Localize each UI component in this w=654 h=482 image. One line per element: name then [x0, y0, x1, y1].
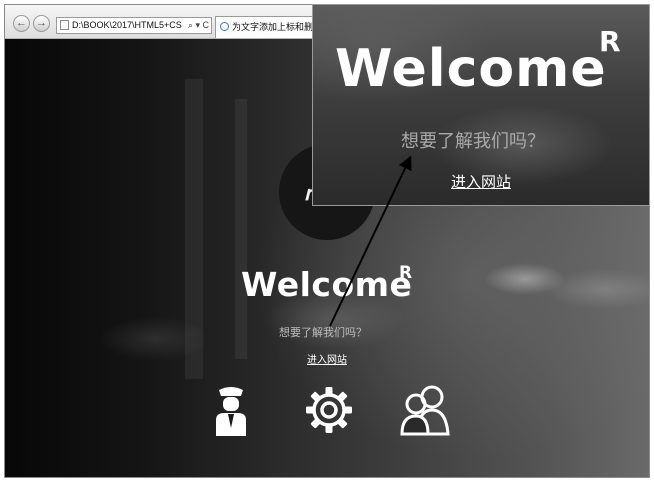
address-text: D:\BOOK\2017\HTML5+CS — [72, 20, 182, 30]
callout-welcome-superscript: R — [599, 25, 621, 58]
callout-enter-link: 进入网站 — [451, 174, 512, 191]
page-icon — [60, 20, 69, 30]
callout-welcome-title: Welcome — [335, 39, 607, 99]
tab-active[interactable]: 为文字添加上标和删除线 — [215, 16, 325, 38]
welcome-question: 想要了解我们吗？ — [279, 327, 367, 339]
enter-site-link[interactable]: 进入网站 — [307, 351, 347, 366]
background-blur — [235, 99, 247, 359]
welcome-title: Welcome — [241, 265, 413, 304]
address-bar[interactable]: D:\BOOK\2017\HTML5+CS ⌕ ▾ C — [56, 17, 212, 34]
zoom-callout: Welcome R 想要了解我们吗？ 进入网站 — [312, 4, 650, 206]
welcome-superscript: R — [399, 263, 413, 283]
driver-icon[interactable] — [214, 384, 248, 436]
back-button[interactable]: ← — [13, 15, 30, 32]
background-blur — [185, 79, 203, 379]
forward-button[interactable]: → — [33, 15, 50, 32]
callout-question: 想要了解我们吗？ — [401, 131, 545, 151]
users-icon[interactable] — [398, 384, 454, 436]
ie-icon — [220, 22, 229, 31]
gear-icon[interactable] — [303, 384, 355, 436]
address-controls[interactable]: ⌕ ▾ C — [187, 18, 209, 33]
